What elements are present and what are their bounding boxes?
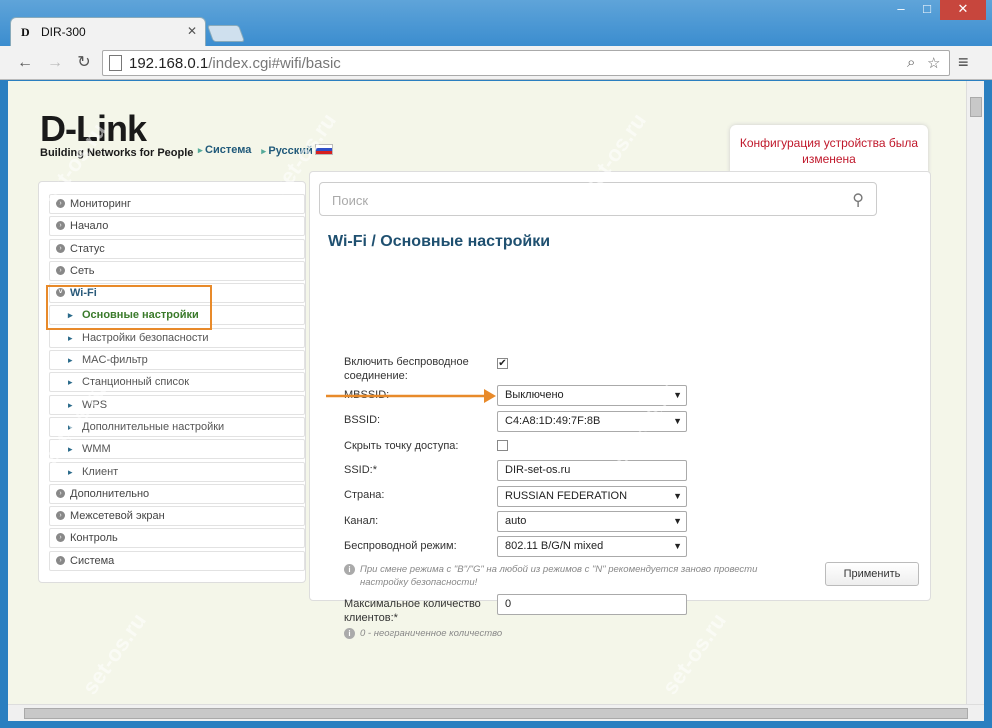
apply-button[interactable]: Применить <box>825 562 919 586</box>
sidebar-item-advanced[interactable]: › Дополнительно <box>49 483 305 504</box>
ssid-label: SSID:* <box>344 464 378 476</box>
channel-label: Канал: <box>344 515 379 527</box>
maximize-button[interactable]: □ <box>914 0 940 20</box>
wireless-mode-label: Беспроводной режим: <box>344 540 457 552</box>
back-arrow-icon[interactable]: ← <box>14 52 36 74</box>
window-controls: – □ ✕ <box>888 0 986 20</box>
dlink-logo: D-Link Building Networks for People <box>40 108 193 160</box>
channel-select[interactable]: auto <box>497 511 687 532</box>
chevron-right-icon: › <box>56 265 65 275</box>
wireless-mode-select[interactable]: 802.11 B/G/N mixed <box>497 536 687 557</box>
sidebar-item-start[interactable]: › Начало <box>49 216 305 237</box>
sidebar-item-status[interactable]: › Статус <box>49 238 305 259</box>
page-icon <box>109 55 122 71</box>
mode-hint: i При смене режима с "B"/"G" на любой из… <box>344 563 764 589</box>
page-title: Wi-Fi / Основные настройки <box>328 233 551 250</box>
sidebar-menu: › Мониторинг › Начало › Статус › Сеть ˅ Wi-Fi… <box>38 181 306 583</box>
sidebar-item-network[interactable]: › Сеть <box>49 260 305 281</box>
nav-system-link[interactable]: Система <box>198 144 251 157</box>
arrow-right-icon: ▸ <box>68 466 73 477</box>
info-icon: i <box>344 628 355 639</box>
sidebar-item-wifi-security[interactable]: ▸ Настройки безопасности <box>49 327 305 348</box>
country-label: Страна: <box>344 489 385 501</box>
minimize-button[interactable]: – <box>888 0 914 20</box>
chevron-right-icon: › <box>56 221 65 231</box>
ssid-input[interactable]: DIR-set-os.ru <box>497 460 687 481</box>
close-window-button[interactable]: ✕ <box>940 0 986 20</box>
chevron-right-icon: › <box>56 488 65 498</box>
tab-title: DIR-300 <box>41 25 86 39</box>
chevron-right-icon: › <box>56 555 65 565</box>
sidebar-item-client[interactable]: ▸ Клиент <box>49 461 305 482</box>
address-bar[interactable]: 192.168.0.1/index.cgi#wifi/basic ⌕ ☆ <box>102 50 950 76</box>
sidebar-item-system[interactable]: › Система <box>49 550 305 571</box>
sidebar-item-wmm[interactable]: ▸ WMM <box>49 439 305 460</box>
forward-arrow-icon[interactable]: → <box>44 52 66 74</box>
search-icon[interactable]: ⚲ <box>852 190 864 210</box>
close-icon[interactable]: ✕ <box>187 24 197 38</box>
chevron-right-icon: › <box>56 533 65 543</box>
max-clients-input[interactable]: 0 <box>497 594 687 615</box>
info-icon: i <box>344 564 355 575</box>
hide-ap-label: Скрыть точку доступа: <box>344 440 459 452</box>
country-select[interactable]: RUSSIAN FEDERATION <box>497 486 687 507</box>
browser-tab[interactable]: D DIR-300 ✕ <box>10 17 206 46</box>
browser-toolbar: ← → ↻ 192.168.0.1/index.cgi#wifi/basic ⌕… <box>0 46 992 80</box>
sidebar-item-control[interactable]: › Контроль <box>49 528 305 549</box>
orange-arrow-annotation <box>326 389 496 403</box>
reload-icon[interactable]: ↻ <box>73 52 95 74</box>
search-placeholder: Поиск <box>332 193 369 208</box>
chevron-right-icon: › <box>56 243 65 253</box>
menu-icon[interactable]: ≡ <box>958 53 976 71</box>
sidebar-item-mac-filter[interactable]: ▸ MAC-фильтр <box>49 350 305 371</box>
arrow-right-icon: ▸ <box>68 332 73 343</box>
dlink-favicon-icon: D <box>21 25 30 39</box>
zoom-icon[interactable]: ⌕ <box>907 54 915 71</box>
url-text: 192.168.0.1/index.cgi#wifi/basic <box>129 55 341 72</box>
max-clients-label: Максимальное количество клиентов:* <box>344 598 481 624</box>
logo-main: D-Link <box>40 108 147 149</box>
sidebar-item-firewall[interactable]: › Межсетевой экран <box>49 506 305 527</box>
vertical-scrollbar[interactable] <box>966 81 984 704</box>
watermark: set-os.ru <box>657 608 731 699</box>
enable-wireless-checkbox[interactable]: ✔ <box>497 358 508 369</box>
sidebar-item-monitoring[interactable]: › Мониторинг <box>49 194 305 214</box>
hide-ap-checkbox[interactable] <box>497 440 508 451</box>
horizontal-scrollbar[interactable] <box>8 704 984 721</box>
browser-titlebar: D DIR-300 ✕ – □ ✕ <box>0 0 992 46</box>
watermark: set-os.ru <box>77 608 151 699</box>
vertical-scroll-thumb[interactable] <box>970 97 982 117</box>
page-viewport: D-Link Building Networks for People Сист… <box>8 81 966 704</box>
wifi-highlight-box <box>46 285 212 330</box>
bssid-label: BSSID: <box>344 414 381 426</box>
arrow-right-icon: ▸ <box>68 377 73 388</box>
horizontal-scroll-thumb[interactable] <box>24 708 968 719</box>
new-tab-button[interactable] <box>206 25 246 42</box>
arrow-right-icon: ▸ <box>68 355 73 366</box>
bookmark-star-icon[interactable]: ☆ <box>927 54 940 72</box>
config-changed-notice: Конфигурация устройства была изменена <box>730 125 928 177</box>
chevron-right-icon: › <box>56 511 65 521</box>
enable-wireless-label: Включить беспроводное соединение: <box>344 356 469 382</box>
